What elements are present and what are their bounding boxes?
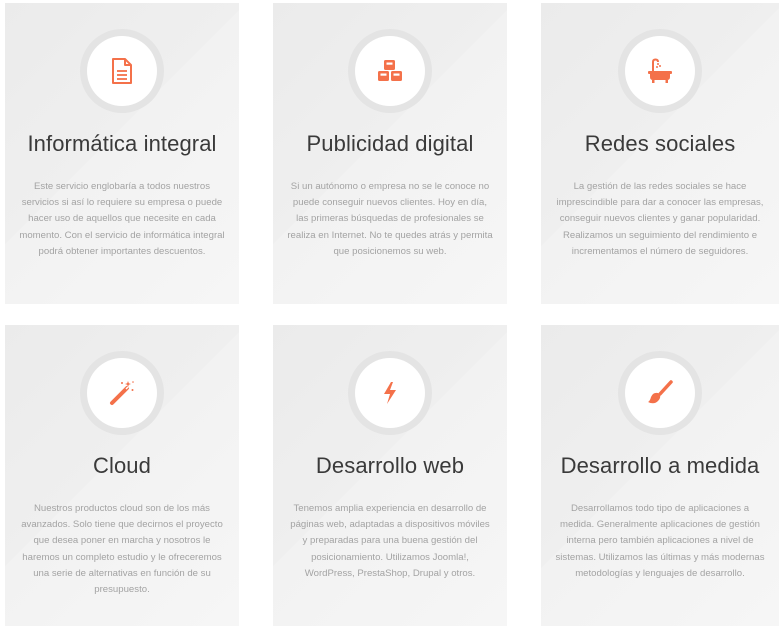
icon-ring <box>618 351 702 435</box>
card-description: Tenemos amplia experiencia en desarrollo… <box>290 503 490 579</box>
card-description: Este servicio englobaría a todos nuestro… <box>19 181 225 257</box>
icon-ring <box>618 29 702 113</box>
card-description: La gestión de las redes sociales se hace… <box>556 181 764 257</box>
service-card-desarrollo-web: Desarrollo web Tenemos amplia experienci… <box>273 325 507 626</box>
bathtub-icon <box>625 36 695 106</box>
card-title: Informática integral <box>27 131 217 156</box>
service-card-redes-sociales: Redes sociales La gestión de las redes s… <box>541 3 779 304</box>
bolt-icon <box>355 358 425 428</box>
cubes-icon <box>355 36 425 106</box>
document-icon <box>87 36 157 106</box>
icon-ring <box>80 351 164 435</box>
card-description: Si un autónomo o empresa no se le conoce… <box>287 181 493 257</box>
services-grid: Informática integral Este servicio englo… <box>0 0 779 627</box>
card-title: Redes sociales <box>584 131 736 156</box>
service-card-cloud: Cloud Nuestros productos cloud son de lo… <box>5 325 239 626</box>
card-description: Nuestros productos cloud son de los más … <box>21 503 223 596</box>
service-card-publicidad-digital: Publicidad digital Si un autónomo o empr… <box>273 3 507 304</box>
magic-wand-icon <box>87 358 157 428</box>
icon-ring <box>348 29 432 113</box>
service-card-desarrollo-a-medida: Desarrollo a medida Desarrollamos todo t… <box>541 325 779 626</box>
card-title: Desarrollo web <box>315 453 465 478</box>
service-card-informatica-integral: Informática integral Este servicio englo… <box>5 3 239 304</box>
icon-ring <box>80 29 164 113</box>
paintbrush-icon <box>625 358 695 428</box>
card-description: Desarrollamos todo tipo de aplicaciones … <box>555 503 765 579</box>
card-title: Cloud <box>93 453 151 478</box>
card-title: Publicidad digital <box>306 131 474 156</box>
card-title: Desarrollo a medida <box>560 453 760 478</box>
icon-ring <box>348 351 432 435</box>
